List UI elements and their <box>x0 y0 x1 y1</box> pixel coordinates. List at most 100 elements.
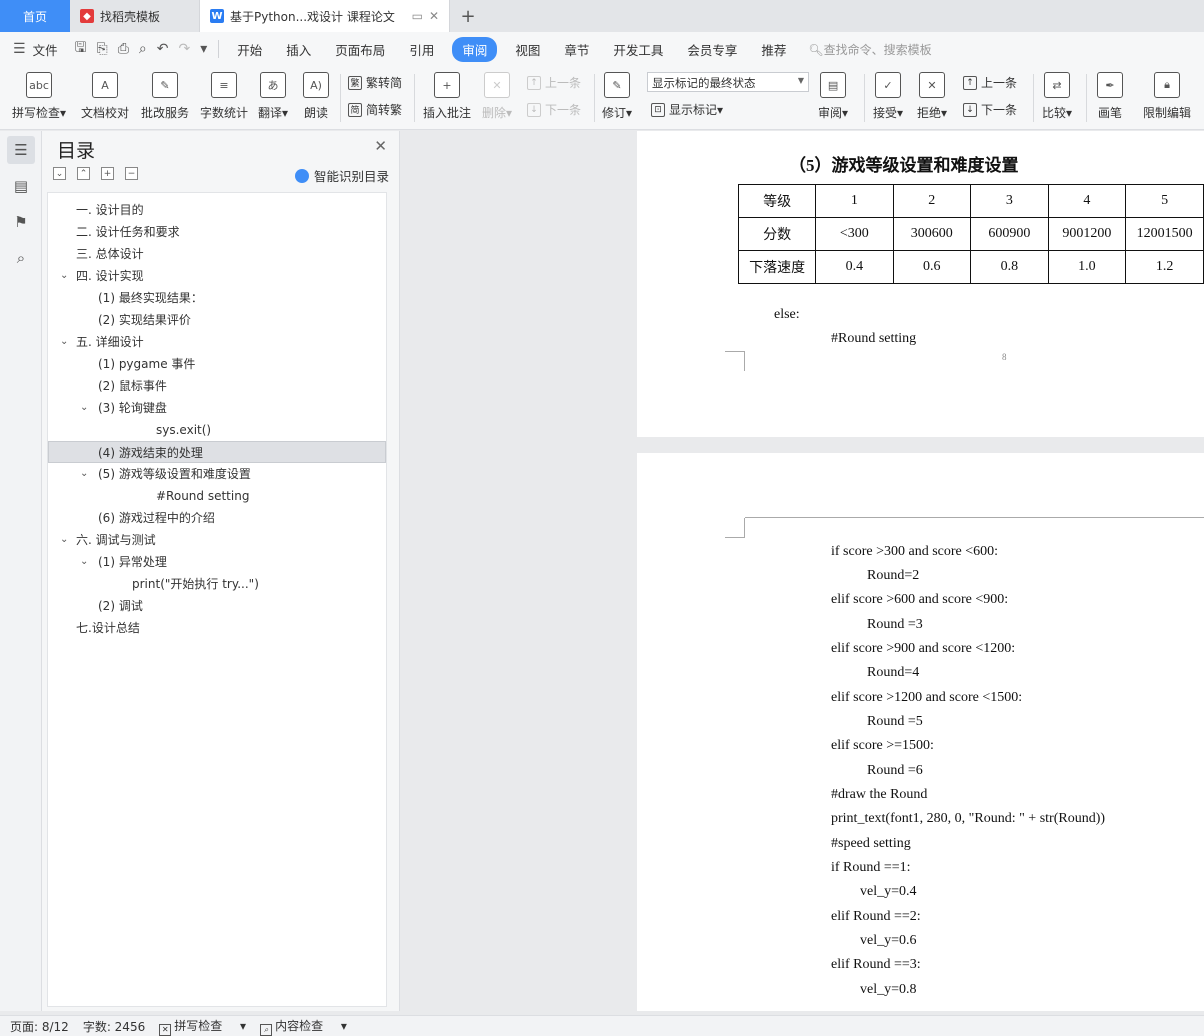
translate-button[interactable]: あ翻译▾ <box>258 72 288 121</box>
toc-item[interactable]: 二. 设计任务和要求 <box>48 221 386 243</box>
toc-item[interactable]: (2) 调试 <box>48 595 386 617</box>
prev-comment-button[interactable]: ↑ 上一条 <box>527 74 581 91</box>
chevron-down-icon[interactable]: ⌄ <box>80 397 88 419</box>
tab-document[interactable]: W 基于Python...戏设计 课程论文 ▭ ✕ <box>200 0 450 32</box>
review-service-button[interactable]: ✎ 批改服务 <box>141 72 189 121</box>
toc-item[interactable]: 一. 设计目的 <box>48 199 386 221</box>
document-page[interactable]: if score >300 and score <600: Round=2 el… <box>637 453 1204 1011</box>
insert-comment-label: 插入批注 <box>423 106 472 120</box>
word-count-button[interactable]: ≡ 字数统计 <box>200 72 248 121</box>
tab-template[interactable]: ◆ 找稻壳模板 <box>70 0 200 32</box>
spellcheck-button[interactable]: abc 拼写检查▾ <box>12 72 66 121</box>
delete-comment-icon: ✕ <box>484 72 511 98</box>
toc-item[interactable]: ⌄ (3) 轮询键盘 <box>48 397 386 419</box>
insert-comment-button[interactable]: + 插入批注 <box>423 72 471 121</box>
close-icon[interactable]: ✕ <box>374 137 387 155</box>
document-page[interactable]: （5）游戏等级设置和难度设置 等级 1 2 3 4 5 分数 <300 3006… <box>637 131 1204 437</box>
doc-proof-icon: A <box>92 72 118 98</box>
toc-item[interactable]: (2) 鼠标事件 <box>48 375 386 397</box>
restrict-edit-button[interactable]: 🔒︎ 限制编辑 <box>1143 72 1191 121</box>
chevron-down-icon[interactable]: ⌄ <box>60 331 68 353</box>
pin-icon[interactable]: ▭ <box>412 9 423 23</box>
hamburger-icon[interactable]: ☰ <box>8 41 31 57</box>
toc-item[interactable]: sys.exit() <box>48 419 386 441</box>
chapter-nav-icon[interactable]: ▤ <box>7 172 35 200</box>
new-tab-button[interactable]: + <box>450 0 486 32</box>
compare-button[interactable]: ⇄ 比较▾ <box>1042 72 1072 121</box>
toc-item[interactable]: (1) pygame 事件 <box>48 353 386 375</box>
chevron-down-icon[interactable]: ⌄ <box>60 529 68 551</box>
collapse-levels-icon[interactable]: ⌃ <box>77 167 90 180</box>
prev-change-button[interactable]: ↑ 上一条 <box>963 74 1017 91</box>
toc-item[interactable]: (6) 游戏过程中的介绍 <box>48 507 386 529</box>
find-icon[interactable]: ⌕ <box>7 244 35 272</box>
revise-button[interactable]: ✎ 修订▾ <box>602 72 632 121</box>
toc-item[interactable]: ⌄ 五. 详细设计 <box>48 331 386 353</box>
trad-to-simp-button[interactable]: 繁繁转简 <box>348 74 402 91</box>
toc-item[interactable]: ⌄ (5) 游戏等级设置和难度设置 <box>48 463 386 485</box>
menu-item-chapter[interactable]: 章节 <box>552 40 601 59</box>
menu-item-insert[interactable]: 插入 <box>274 40 323 59</box>
print-icon[interactable]: ⎙ <box>113 41 134 57</box>
toc-item[interactable]: 三. 总体设计 <box>48 243 386 265</box>
simp-to-trad-button[interactable]: 简简转繁 <box>348 101 402 118</box>
smart-toc-button[interactable]: 智能识别目录 <box>294 166 389 185</box>
menu-file[interactable]: 文件 <box>31 40 70 59</box>
toc-item-selected[interactable]: (4) 游戏结束的处理 <box>48 441 386 463</box>
customize-dropdown-icon[interactable]: ▾ <box>195 41 212 57</box>
toc-panel-icon[interactable]: ☰ <box>7 136 35 164</box>
review-pane-button[interactable]: ▤ 审阅▾ <box>818 72 848 121</box>
command-search[interactable]: 🔍︎查找命令、搜索模板 <box>808 41 931 58</box>
undo-icon[interactable]: ↶ <box>152 41 174 57</box>
export-icon[interactable]: ⎘ <box>92 41 113 57</box>
page-indicator[interactable]: 页面: 8/12 <box>10 1018 69 1035</box>
menu-item-recommend[interactable]: 推荐 <box>749 40 798 59</box>
table-row: 等级 1 2 3 4 5 <box>737 184 1204 218</box>
menu-item-start[interactable]: 开始 <box>225 40 274 59</box>
next-comment-button[interactable]: ↓ 下一条 <box>527 101 581 118</box>
code-line: Round =3 <box>867 617 923 632</box>
status-spellcheck[interactable]: ✕ 拼写检查 ▾ <box>159 1017 246 1036</box>
tab-home[interactable]: 首页 <box>0 0 70 32</box>
menu-item-member[interactable]: 会员专享 <box>675 40 749 59</box>
spellcheck-icon: abc <box>26 72 53 98</box>
docer-icon: ◆ <box>80 9 94 23</box>
collapse-all-icon[interactable]: − <box>125 167 138 180</box>
toc-item[interactable]: (2) 实现结果评价 <box>48 309 386 331</box>
toc-item[interactable]: (1) 最终实现结果： <box>48 287 386 309</box>
chevron-down-icon[interactable]: ⌄ <box>60 265 68 287</box>
close-tab-icon[interactable]: ✕ <box>429 9 439 23</box>
menu-item-layout[interactable]: 页面布局 <box>323 40 397 59</box>
toc-item[interactable]: ⌄ 六. 调试与测试 <box>48 529 386 551</box>
toc-item[interactable]: #Round setting <box>48 485 386 507</box>
pen-button[interactable]: ✒ 画笔 <box>1097 72 1123 121</box>
redo-icon[interactable]: ↷ <box>174 41 196 57</box>
toc-item[interactable]: print("开始执行 try...") <box>48 573 386 595</box>
accept-button[interactable]: ✓ 接受▾ <box>873 72 903 121</box>
toc-item[interactable]: ⌄ 四. 设计实现 <box>48 265 386 287</box>
chevron-down-icon[interactable]: ⌄ <box>80 551 88 573</box>
toc-item[interactable]: 七.设计总结 <box>48 617 386 639</box>
expand-all-icon[interactable]: + <box>101 167 114 180</box>
menu-item-devtools[interactable]: 开发工具 <box>601 40 675 59</box>
toc-item[interactable]: ⌄ (1) 异常处理 <box>48 551 386 573</box>
menu-item-view[interactable]: 视图 <box>503 40 552 59</box>
save-icon[interactable]: 🖫 <box>70 37 92 61</box>
show-markup-button[interactable]: ⊡ 显示标记 ▾ <box>651 101 723 118</box>
chevron-down-icon[interactable]: ⌄ <box>80 463 88 485</box>
reject-button[interactable]: ✕ 拒绝▾ <box>917 72 947 121</box>
menu-item-review[interactable]: 审阅 <box>452 36 498 62</box>
status-content-check[interactable]: ⌕ 内容检查 ▾ <box>260 1017 347 1036</box>
menu-item-reference[interactable]: 引用 <box>397 40 446 59</box>
expand-levels-icon[interactable]: ⌄ <box>53 167 66 180</box>
bookmark-icon[interactable]: ⚑ <box>7 208 35 236</box>
delete-comment-button[interactable]: ✕ 删除▾ <box>482 72 512 121</box>
markup-state-select[interactable]: 显示标记的最终状态 ▼ <box>647 72 809 92</box>
prev-comment-icon: ↑ <box>527 75 541 90</box>
print-preview-icon[interactable]: ⌕ <box>134 41 152 57</box>
table-cell: 1 <box>815 184 894 218</box>
read-aloud-button[interactable]: A) 朗读 <box>303 72 329 121</box>
word-count-indicator[interactable]: 字数: 2456 <box>83 1018 145 1035</box>
next-change-button[interactable]: ↓ 下一条 <box>963 101 1017 118</box>
doc-proof-button[interactable]: A 文档校对 <box>81 72 129 121</box>
